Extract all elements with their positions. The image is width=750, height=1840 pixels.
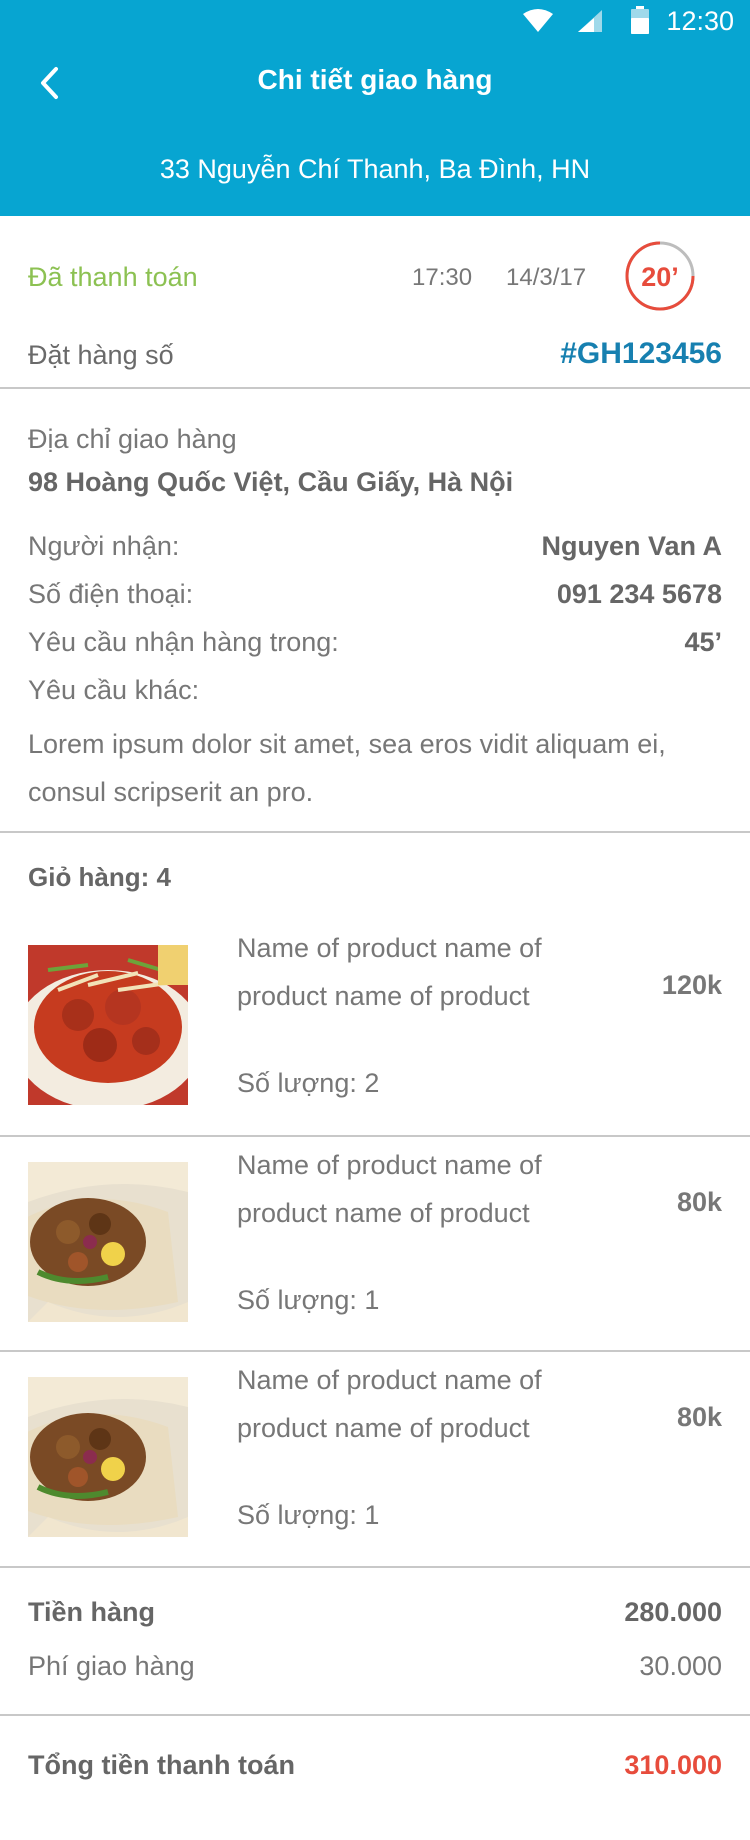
divider bbox=[0, 1566, 750, 1568]
burrito-wrap-image bbox=[28, 1162, 188, 1322]
item-name: Name of product name of product name of … bbox=[237, 1365, 542, 1443]
divider bbox=[0, 831, 750, 833]
wifi-icon bbox=[523, 9, 553, 32]
subtotal-value: 280.000 bbox=[624, 1597, 722, 1627]
phone-label: Số điện thoại: bbox=[28, 579, 194, 609]
time-required-label: Yêu cầu nhận hàng trong: bbox=[28, 627, 339, 657]
cart-item[interactable]: Name of product name of product name of … bbox=[0, 1137, 750, 1353]
item-price: 120k bbox=[661, 970, 722, 1000]
cart-title: Giỏ hàng: 4 bbox=[28, 862, 171, 892]
item-quantity: Số lượng: 1 bbox=[237, 1285, 380, 1315]
delivery-address-label: Địa chỉ giao hàng bbox=[28, 424, 237, 454]
order-time: 17:30 bbox=[412, 264, 473, 291]
battery-icon bbox=[631, 6, 649, 34]
other-request-note: Lorem ipsum dolor sit amet, sea eros vid… bbox=[28, 729, 666, 807]
recipient-label: Người nhận: bbox=[28, 531, 180, 561]
order-date: 14/3/17 bbox=[506, 264, 587, 291]
order-number: #GH123456 bbox=[560, 337, 722, 370]
cart-item[interactable]: Name of product name of product name of … bbox=[0, 920, 750, 1136]
divider bbox=[0, 387, 750, 389]
item-name: Name of product name of product name of … bbox=[237, 933, 542, 1011]
item-quantity: Số lượng: 2 bbox=[237, 1068, 380, 1098]
payment-status: Đã thanh toán bbox=[28, 262, 198, 292]
item-price: 80k bbox=[676, 1187, 722, 1217]
recipient-name: Nguyen Van A bbox=[541, 531, 722, 561]
status-time: 12:30 bbox=[666, 6, 734, 36]
status-bar: 12:30 bbox=[0, 0, 750, 44]
grand-total-label: Tổng tiền thanh toán bbox=[28, 1750, 295, 1780]
item-quantity: Số lượng: 1 bbox=[237, 1500, 380, 1530]
header-address: 33 Nguyễn Chí Thanh, Ba Đình, HN bbox=[159, 154, 591, 184]
phone-number: 091 234 5678 bbox=[556, 579, 722, 609]
burrito-wrap-image bbox=[28, 1377, 188, 1537]
time-required-value: 45’ bbox=[684, 627, 722, 657]
shipping-fee-label: Phí giao hàng bbox=[28, 1651, 195, 1681]
cart-item[interactable]: Name of product name of product name of … bbox=[0, 1352, 750, 1568]
shipping-fee-value: 30.000 bbox=[639, 1651, 722, 1681]
item-name: Name of product name of product name of … bbox=[237, 1150, 542, 1228]
curry-dish-image bbox=[28, 945, 188, 1105]
page-title: Chi tiết giao hàng bbox=[257, 64, 493, 95]
other-request-label: Yêu cầu khác: bbox=[28, 675, 200, 705]
item-price: 80k bbox=[676, 1402, 722, 1432]
delivery-address: 98 Hoàng Quốc Việt, Cầu Giấy, Hà Nội bbox=[28, 467, 514, 497]
signal-icon bbox=[578, 10, 602, 32]
divider bbox=[0, 1714, 750, 1716]
grand-total-value: 310.000 bbox=[624, 1750, 722, 1780]
subtotal-label: Tiền hàng bbox=[28, 1597, 156, 1627]
order-number-label: Đặt hàng số bbox=[28, 340, 174, 370]
timer-value: 20’ bbox=[641, 262, 679, 292]
